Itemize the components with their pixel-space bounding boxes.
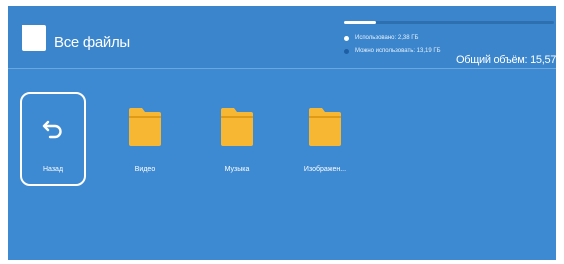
folder-images[interactable]: Изображен... <box>292 92 358 186</box>
folder-icon <box>309 108 341 146</box>
storage-used-label: Использовано: 2,38 ГБ <box>355 35 419 41</box>
available-dot-icon <box>344 48 349 54</box>
folder-music[interactable]: Музыка <box>204 92 270 186</box>
folder-icon <box>129 108 161 146</box>
back-arrow-icon <box>42 120 62 139</box>
back-button-label: Назад <box>42 166 64 173</box>
header-bar: Все файлы Использовано: 2,38 ГБ Можно ис… <box>8 6 556 69</box>
folder-icon <box>221 108 253 146</box>
storage-panel: Использовано: 2,38 ГБ Можно использовать… <box>344 16 556 68</box>
file-manager-screen: Все файлы Использовано: 2,38 ГБ Можно ис… <box>8 6 556 260</box>
folder-images-label: Изображен... <box>303 166 347 173</box>
storage-total-label: Общий объём: 15,57 ГБ <box>456 54 556 66</box>
folder-video-label: Видео <box>134 166 156 173</box>
back-button[interactable]: Назад <box>20 92 86 186</box>
folder-video[interactable]: Видео <box>112 92 178 186</box>
storage-used-legend: Использовано: 2,38 ГБ <box>344 33 418 43</box>
storage-usage-bar <box>344 21 554 24</box>
folder-music-label: Музыка <box>224 166 250 173</box>
folder-icon <box>22 25 46 51</box>
used-dot-icon <box>344 35 349 41</box>
storage-available-label: Можно использовать: 13,19 ГБ <box>355 48 441 54</box>
page-title: Все файлы <box>54 34 130 51</box>
storage-usage-fill <box>344 21 377 24</box>
storage-available-legend: Можно использовать: 13,19 ГБ <box>344 46 441 56</box>
